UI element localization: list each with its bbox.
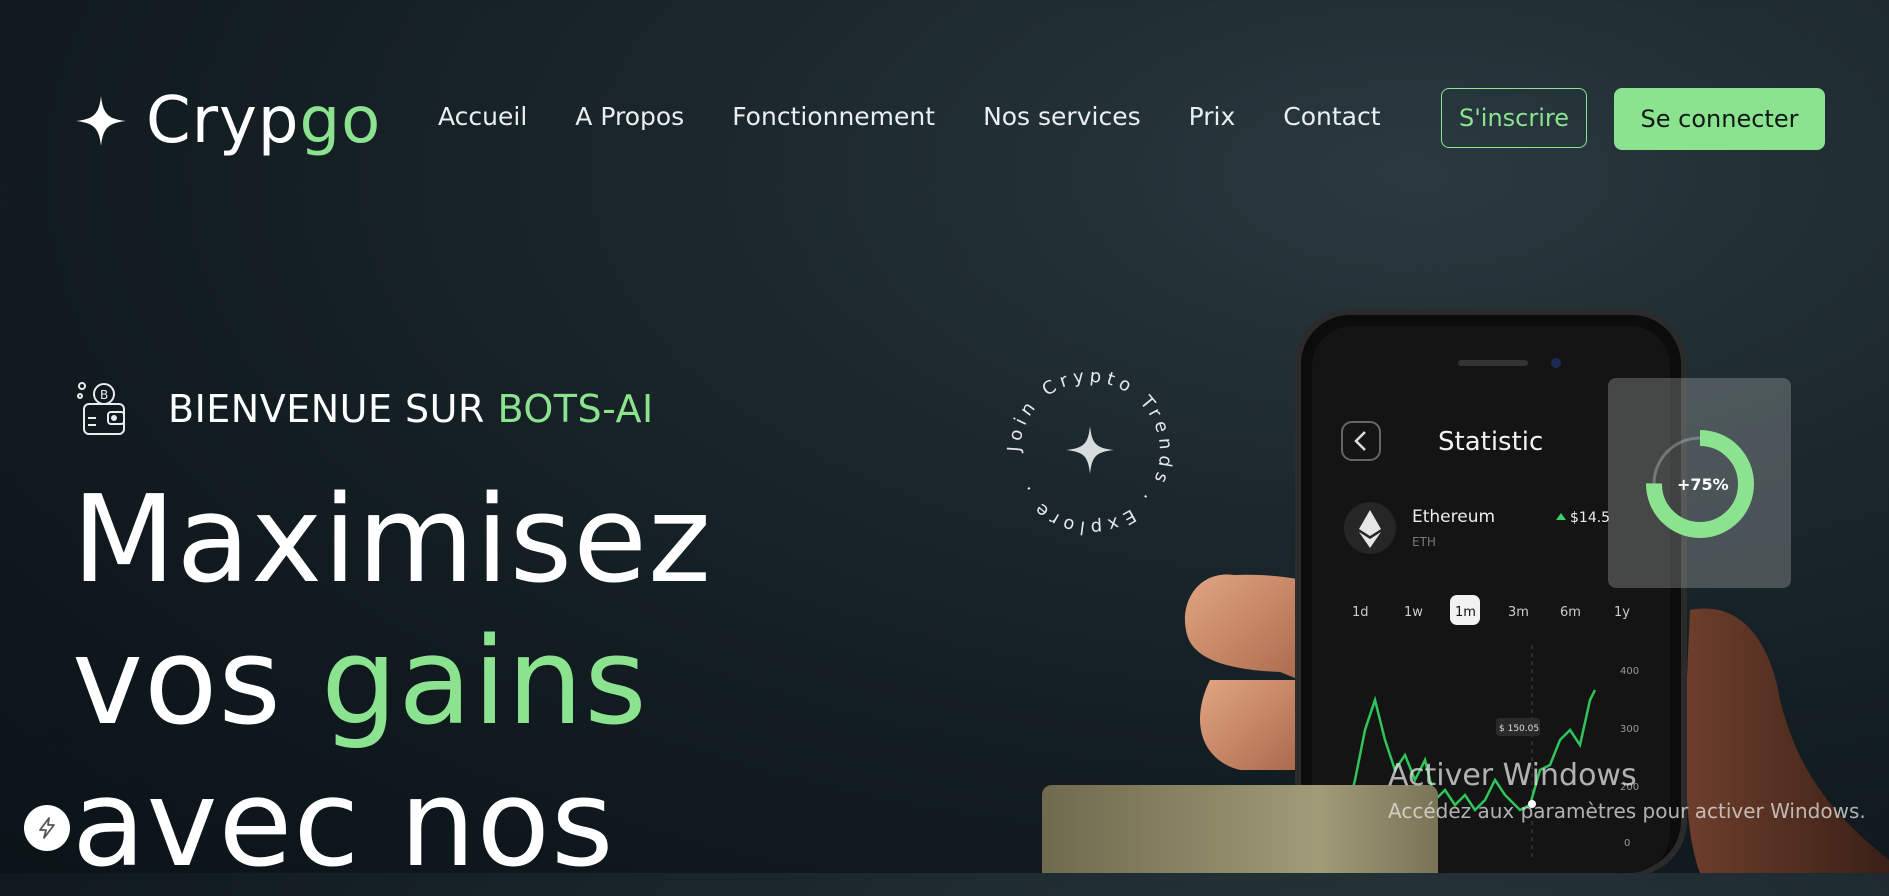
range-1m: 1m [1455,605,1476,620]
y-tick: 300 [1620,724,1639,735]
range-3m: 3m [1508,605,1529,620]
menu-item-contact[interactable]: Contact [1283,102,1380,131]
windows-activation-watermark: Activer Windows Accédez aux paramètres p… [1388,758,1866,823]
activation-title: Activer Windows [1388,758,1637,793]
logo-text: Crypgo [146,84,382,158]
login-button[interactable]: Se connecter [1614,88,1825,150]
hero-headline: Maximisez vos gains avec nos [72,470,712,896]
coin-symbol: ETH [1412,535,1436,549]
menu-item-a-propos[interactable]: A Propos [575,102,684,131]
hero-line-1: Maximisez [72,471,712,610]
welcome-text: BIENVENUE SUR BOTS-AI [168,387,654,431]
menu-item-accueil[interactable]: Accueil [438,102,527,131]
hero-line-3: avec nos [72,755,615,894]
range-1d: 1d [1352,605,1369,620]
range-1y: 1y [1614,605,1630,620]
logo[interactable]: Crypgo [74,86,381,156]
gauge-card: +75% [1608,378,1791,588]
coin-name: Ethereum [1412,507,1495,527]
sparkle-icon [1066,426,1114,474]
signup-button[interactable]: S'inscrire [1441,88,1587,148]
bottom-card [1042,785,1438,873]
chart-tooltip: $ 150.05 [1499,724,1539,734]
quick-action-button[interactable] [24,805,70,851]
main-menu: Accueil A Propos Fonctionnement Nos serv… [438,102,1429,131]
svg-text:B: B [100,388,108,402]
phone-title: Statistic [1438,427,1543,457]
y-tick: 0 [1624,838,1630,849]
welcome-line: B BIENVENUE SUR BOTS-AI [74,378,654,440]
menu-item-fonctionnement[interactable]: Fonctionnement [732,102,935,131]
hero-line-2: vos gains [72,613,648,752]
menu-item-nos-services[interactable]: Nos services [983,102,1141,131]
range-6m: 6m [1560,605,1581,620]
activation-subtitle: Accédez aux paramètres pour activer Wind… [1388,799,1866,823]
progress-gauge: +75% [1646,430,1754,538]
y-tick: 400 [1620,666,1639,677]
circular-badge: Join Crypto Trends . Explore . [1004,366,1172,539]
sparkle-icon [76,96,126,146]
bolt-icon [39,817,55,839]
crypto-wallet-icon: B [77,382,125,435]
menu-item-prix[interactable]: Prix [1189,102,1236,131]
top-nav: Crypgo Accueil A Propos Fonctionnement N… [0,0,1889,240]
gauge-label: +75% [1677,475,1729,494]
range-1w: 1w [1404,605,1423,620]
coin-price: $14.5 [1570,510,1610,526]
